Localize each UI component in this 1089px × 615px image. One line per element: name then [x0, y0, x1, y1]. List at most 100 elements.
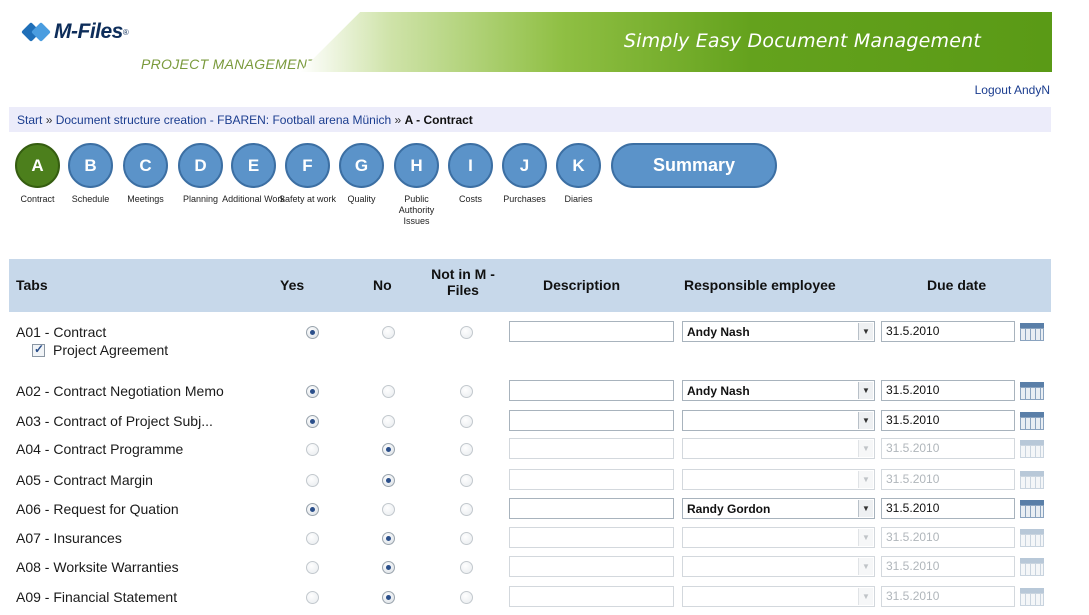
- dropdown-arrow-icon[interactable]: ▼: [858, 440, 873, 457]
- step-d[interactable]: D Planning: [178, 143, 223, 204]
- dropdown-arrow-icon[interactable]: ▼: [858, 500, 873, 517]
- radio-no[interactable]: [382, 326, 395, 339]
- radio-yes[interactable]: [306, 532, 319, 545]
- project-agreement-checkbox[interactable]: [32, 342, 45, 357]
- calendar-icon[interactable]: [1020, 558, 1044, 576]
- responsible-employee-select[interactable]: ▼: [682, 586, 875, 607]
- step-h-button[interactable]: H: [394, 143, 439, 188]
- radio-not-in-mfiles[interactable]: [460, 385, 473, 398]
- radio-yes[interactable]: [306, 591, 319, 604]
- description-input[interactable]: [509, 380, 674, 401]
- radio-no[interactable]: [382, 503, 395, 516]
- dropdown-arrow-icon[interactable]: ▼: [858, 558, 873, 575]
- due-date-input[interactable]: 31.5.2010: [881, 321, 1015, 342]
- step-e[interactable]: E Additional Work: [222, 143, 285, 204]
- radio-no[interactable]: [382, 474, 395, 487]
- description-input[interactable]: [509, 469, 674, 490]
- step-i[interactable]: I Costs: [448, 143, 493, 204]
- logout-link[interactable]: Logout AndyN: [975, 83, 1050, 97]
- breadcrumb-start-link[interactable]: Start: [17, 113, 42, 127]
- dropdown-arrow-icon[interactable]: ▼: [858, 323, 873, 340]
- responsible-employee-select[interactable]: ▼: [682, 438, 875, 459]
- due-date-input[interactable]: 31.5.2010: [881, 469, 1015, 490]
- due-date-input[interactable]: 31.5.2010: [881, 380, 1015, 401]
- description-input[interactable]: [509, 438, 674, 459]
- dropdown-arrow-icon[interactable]: ▼: [858, 529, 873, 546]
- description-input[interactable]: [509, 498, 674, 519]
- dropdown-arrow-icon[interactable]: ▼: [858, 412, 873, 429]
- radio-no[interactable]: [382, 591, 395, 604]
- calendar-icon[interactable]: [1020, 440, 1044, 458]
- breadcrumb-parent-link[interactable]: Document structure creation - FBAREN: Fo…: [56, 113, 391, 127]
- responsible-employee-select[interactable]: Andy Nash ▼: [682, 321, 875, 342]
- step-b-button[interactable]: B: [68, 143, 113, 188]
- due-date-input[interactable]: 31.5.2010: [881, 527, 1015, 548]
- description-input[interactable]: [509, 586, 674, 607]
- step-g[interactable]: G Quality: [339, 143, 384, 204]
- summary-button[interactable]: Summary: [611, 143, 777, 188]
- description-input[interactable]: [509, 556, 674, 577]
- radio-not-in-mfiles[interactable]: [460, 326, 473, 339]
- step-e-button[interactable]: E: [231, 143, 276, 188]
- radio-not-in-mfiles[interactable]: [460, 561, 473, 574]
- calendar-icon[interactable]: [1020, 588, 1044, 606]
- radio-no[interactable]: [382, 561, 395, 574]
- due-date-input[interactable]: 31.5.2010: [881, 586, 1015, 607]
- description-input[interactable]: [509, 321, 674, 342]
- radio-yes[interactable]: [306, 474, 319, 487]
- step-k[interactable]: K Diaries: [556, 143, 601, 204]
- responsible-employee-select[interactable]: ▼: [682, 527, 875, 548]
- step-b[interactable]: B Schedule: [68, 143, 113, 204]
- due-date-input[interactable]: 31.5.2010: [881, 498, 1015, 519]
- calendar-icon[interactable]: [1020, 500, 1044, 518]
- due-date-input[interactable]: 31.5.2010: [881, 410, 1015, 431]
- radio-yes[interactable]: [306, 415, 319, 428]
- responsible-employee-select[interactable]: Andy Nash ▼: [682, 380, 875, 401]
- step-c[interactable]: C Meetings: [123, 143, 168, 204]
- radio-not-in-mfiles[interactable]: [460, 591, 473, 604]
- radio-not-in-mfiles[interactable]: [460, 443, 473, 456]
- step-i-button[interactable]: I: [448, 143, 493, 188]
- radio-no[interactable]: [382, 532, 395, 545]
- step-j[interactable]: J Purchases: [502, 143, 547, 204]
- dropdown-arrow-icon[interactable]: ▼: [858, 588, 873, 605]
- radio-no[interactable]: [382, 415, 395, 428]
- due-date-input[interactable]: 31.5.2010: [881, 556, 1015, 577]
- radio-no[interactable]: [382, 385, 395, 398]
- step-j-button[interactable]: J: [502, 143, 547, 188]
- calendar-icon[interactable]: [1020, 529, 1044, 547]
- step-h[interactable]: H Public Authority Issues: [394, 143, 439, 226]
- dropdown-arrow-icon[interactable]: ▼: [858, 471, 873, 488]
- radio-yes[interactable]: [306, 503, 319, 516]
- radio-yes[interactable]: [306, 326, 319, 339]
- step-k-button[interactable]: K: [556, 143, 601, 188]
- step-f-button[interactable]: F: [285, 143, 330, 188]
- description-input[interactable]: [509, 527, 674, 548]
- step-d-button[interactable]: D: [178, 143, 223, 188]
- step-g-button[interactable]: G: [339, 143, 384, 188]
- responsible-employee-select[interactable]: ▼: [682, 469, 875, 490]
- description-input[interactable]: [509, 410, 674, 431]
- step-f[interactable]: F Safety at work: [279, 143, 336, 204]
- radio-not-in-mfiles[interactable]: [460, 532, 473, 545]
- radio-yes[interactable]: [306, 385, 319, 398]
- radio-yes[interactable]: [306, 561, 319, 574]
- step-a[interactable]: A Contract: [15, 143, 60, 204]
- dropdown-arrow-icon[interactable]: ▼: [858, 382, 873, 399]
- calendar-icon[interactable]: [1020, 471, 1044, 489]
- radio-yes[interactable]: [306, 443, 319, 456]
- due-date-input[interactable]: 31.5.2010: [881, 438, 1015, 459]
- radio-no[interactable]: [382, 443, 395, 456]
- responsible-employee-select[interactable]: ▼: [682, 556, 875, 577]
- breadcrumb-current: A - Contract: [404, 113, 473, 127]
- radio-not-in-mfiles[interactable]: [460, 474, 473, 487]
- responsible-employee-select[interactable]: Randy Gordon ▼: [682, 498, 875, 519]
- radio-not-in-mfiles[interactable]: [460, 503, 473, 516]
- step-c-button[interactable]: C: [123, 143, 168, 188]
- calendar-icon[interactable]: [1020, 323, 1044, 341]
- responsible-employee-select[interactable]: ▼: [682, 410, 875, 431]
- calendar-icon[interactable]: [1020, 382, 1044, 400]
- calendar-icon[interactable]: [1020, 412, 1044, 430]
- step-a-button[interactable]: A: [15, 143, 60, 188]
- radio-not-in-mfiles[interactable]: [460, 415, 473, 428]
